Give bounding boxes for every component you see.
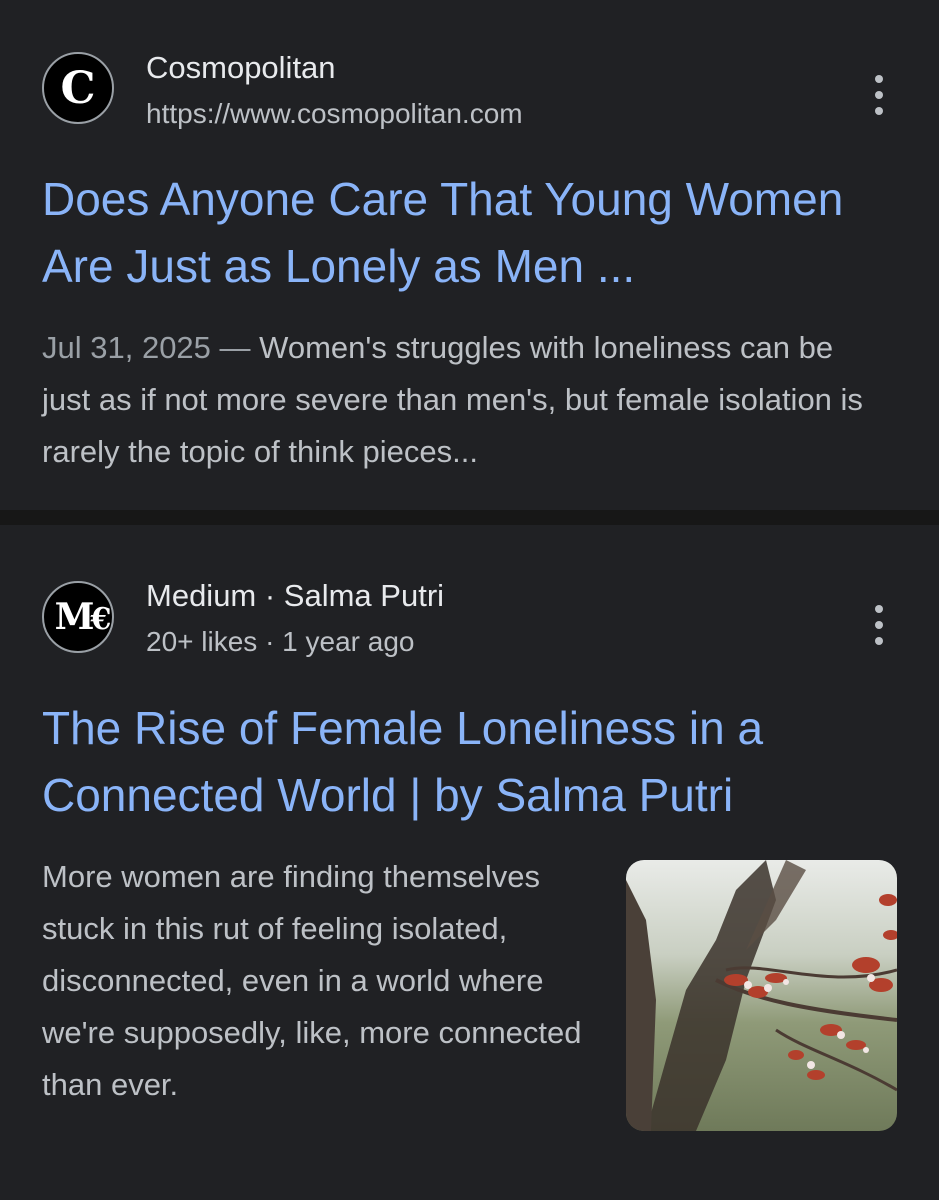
blossom-branch-photo-icon (626, 860, 897, 1131)
site-name[interactable]: Cosmopolitan (146, 50, 336, 86)
search-result-cosmopolitan: C Cosmopolitan https://www.cosmopolitan.… (0, 0, 939, 510)
result-meta: 20+ likes · 1 year ago (146, 626, 415, 657)
more-options-icon[interactable] (866, 75, 892, 115)
result-title-link[interactable]: Does Anyone Care That Young Women Are Ju… (42, 166, 902, 300)
date-separator: — (210, 330, 260, 365)
site-name[interactable]: Medium · Salma Putri (146, 578, 444, 614)
result-thumbnail-image[interactable] (626, 860, 897, 1131)
result-divider (0, 510, 939, 525)
result-date: Jul 31, 2025 (42, 330, 211, 365)
cosmopolitan-favicon-icon[interactable]: C (42, 52, 114, 124)
search-result-medium: M€ Medium · Salma Putri 20+ likes · 1 ye… (0, 525, 939, 1200)
result-title-link[interactable]: The Rise of Female Loneliness in a Conne… (42, 695, 902, 829)
result-snippet: Jul 31, 2025 — Women's struggles with lo… (42, 322, 882, 478)
more-options-icon[interactable] (866, 605, 892, 645)
medium-favicon-icon[interactable]: M€ (42, 581, 114, 653)
site-url[interactable]: https://www.cosmopolitan.com (146, 98, 523, 130)
result-snippet: More women are finding themselves stuck … (42, 859, 582, 1102)
